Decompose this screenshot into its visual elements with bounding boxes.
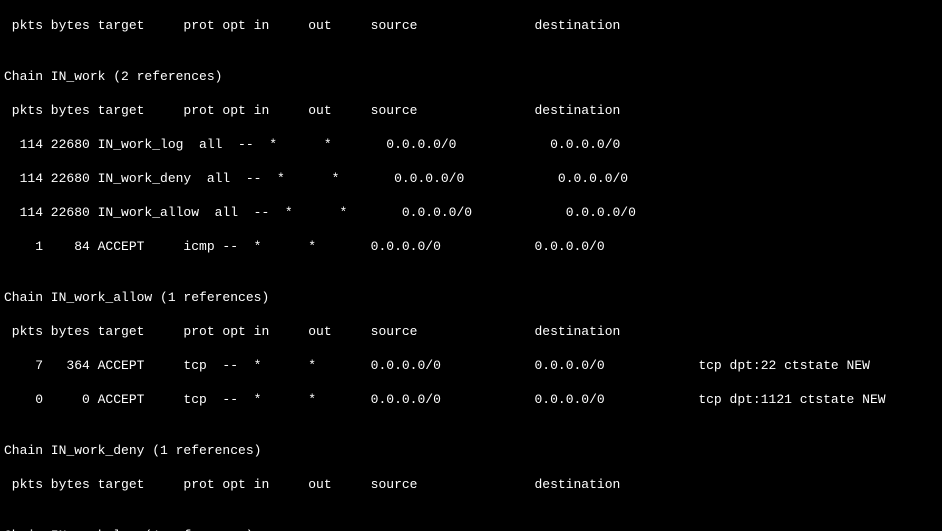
table-row: 114 22680 IN_work_deny all -- * * 0.0.0.… — [4, 170, 938, 187]
terminal-output[interactable]: pkts bytes target prot opt in out source… — [0, 0, 942, 531]
table-row: 0 0 ACCEPT tcp -- * * 0.0.0.0/0 0.0.0.0/… — [4, 391, 938, 408]
table-header: pkts bytes target prot opt in out source… — [4, 323, 938, 340]
table-row: 7 364 ACCEPT tcp -- * * 0.0.0.0/0 0.0.0.… — [4, 357, 938, 374]
chain-header: Chain IN_work (2 references) — [4, 68, 938, 85]
chain-header: Chain IN_work_allow (1 references) — [4, 289, 938, 306]
chain-header: Chain IN_work_deny (1 references) — [4, 442, 938, 459]
table-row: 114 22680 IN_work_allow all -- * * 0.0.0… — [4, 204, 938, 221]
chain-header: Chain IN_work_log (1 references) — [4, 527, 938, 531]
table-row: 114 22680 IN_work_log all -- * * 0.0.0.0… — [4, 136, 938, 153]
table-header: pkts bytes target prot opt in out source… — [4, 17, 938, 34]
table-header: pkts bytes target prot opt in out source… — [4, 476, 938, 493]
table-row: 1 84 ACCEPT icmp -- * * 0.0.0.0/0 0.0.0.… — [4, 238, 938, 255]
table-header: pkts bytes target prot opt in out source… — [4, 102, 938, 119]
